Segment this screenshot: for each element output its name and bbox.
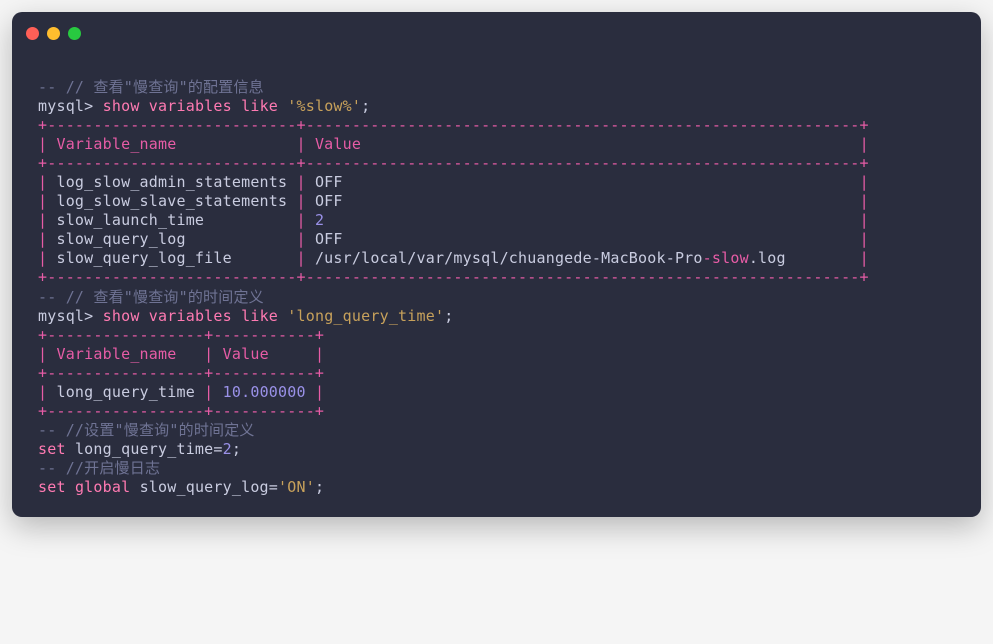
table-cell: log_slow_admin_statements — [56, 173, 287, 191]
semicolon: ; — [361, 97, 370, 115]
sql-keyword: show — [103, 97, 140, 115]
sql-keyword: set — [38, 478, 66, 496]
close-icon[interactable] — [26, 27, 39, 40]
comment-line: -- //开启慢日志 — [38, 459, 160, 477]
table-header: Variable_name — [56, 345, 176, 363]
table-border: | — [860, 230, 869, 248]
terminal-window: -- // 查看"慢查询"的配置信息 mysql> show variables… — [12, 12, 981, 517]
table-border: | — [860, 249, 869, 267]
sql-keyword: global — [75, 478, 130, 496]
table-header: Value — [315, 135, 361, 153]
comment-line: -- // 查看"慢查询"的配置信息 — [38, 78, 264, 96]
table-border: | — [38, 192, 56, 210]
sql-keyword: variables — [149, 307, 232, 325]
table-cell: OFF — [315, 192, 343, 210]
table-cell: /usr/local/var/mysql/chuangede-MacBook-P… — [315, 249, 703, 267]
table-border: | — [204, 345, 222, 363]
sql-number: 2 — [223, 440, 232, 458]
table-cell: 2 — [315, 211, 324, 229]
sql-string: '%slow%' — [287, 97, 361, 115]
table-cell: OFF — [315, 173, 343, 191]
table-cell: slow_query_log_file — [56, 249, 231, 267]
sql-keyword: variables — [149, 97, 232, 115]
semicolon: ; — [315, 478, 324, 496]
window-controls — [12, 12, 981, 44]
table-border: | — [296, 249, 314, 267]
minimize-icon[interactable] — [47, 27, 60, 40]
table-border: | — [860, 135, 869, 153]
table-border: | — [860, 192, 869, 210]
table-border: | — [296, 173, 314, 191]
table-border: | — [296, 135, 314, 153]
table-cell: slow_launch_time — [56, 211, 204, 229]
sql-string: 'long_query_time' — [287, 307, 444, 325]
mysql-prompt: mysql> — [38, 97, 103, 115]
table-border: | — [296, 230, 314, 248]
sql-keyword: set — [38, 440, 66, 458]
table-border: | — [296, 192, 314, 210]
table-border: | — [315, 345, 324, 363]
comment-line: -- // 查看"慢查询"的时间定义 — [38, 288, 264, 306]
table-border: | — [38, 173, 56, 191]
table-cell: long_query_time — [56, 383, 194, 401]
zoom-icon[interactable] — [68, 27, 81, 40]
table-border: +---------------------------+-----------… — [38, 116, 869, 134]
table-border: | — [860, 211, 869, 229]
table-cell: log_slow_slave_statements — [56, 192, 287, 210]
table-border: | — [315, 383, 324, 401]
table-border: | — [860, 173, 869, 191]
comment-line: -- //设置"慢查询"的时间定义 — [38, 421, 255, 439]
sql-keyword: show — [103, 307, 140, 325]
table-header: Value — [223, 345, 269, 363]
table-border: +---------------------------+-----------… — [38, 268, 869, 286]
highlight-text: -slow — [703, 249, 749, 267]
table-cell: OFF — [315, 230, 343, 248]
table-border: +-----------------+-----------+ — [38, 326, 324, 344]
table-cell: .log — [749, 249, 786, 267]
sql-identifier: long_query_time — [75, 440, 213, 458]
sql-identifier: slow_query_log — [140, 478, 269, 496]
table-border: +---------------------------+-----------… — [38, 154, 869, 172]
semicolon: ; — [232, 440, 241, 458]
table-border: | — [38, 135, 56, 153]
operator: = — [213, 440, 222, 458]
table-header: Variable_name — [56, 135, 176, 153]
sql-keyword: like — [241, 97, 278, 115]
table-cell: slow_query_log — [56, 230, 185, 248]
table-border: | — [38, 249, 56, 267]
table-border: +-----------------+-----------+ — [38, 364, 324, 382]
table-border: | — [38, 345, 56, 363]
table-border: | — [296, 211, 314, 229]
table-border: +-----------------+-----------+ — [38, 402, 324, 420]
table-border: | — [204, 383, 222, 401]
semicolon: ; — [444, 307, 453, 325]
table-border: | — [38, 383, 56, 401]
sql-string: 'ON' — [278, 478, 315, 496]
table-border: | — [38, 230, 56, 248]
table-border: | — [38, 211, 56, 229]
mysql-prompt: mysql> — [38, 307, 103, 325]
terminal-content[interactable]: -- // 查看"慢查询"的配置信息 mysql> show variables… — [12, 44, 981, 517]
operator: = — [269, 478, 278, 496]
table-cell: 10.000000 — [223, 383, 306, 401]
sql-keyword: like — [241, 307, 278, 325]
